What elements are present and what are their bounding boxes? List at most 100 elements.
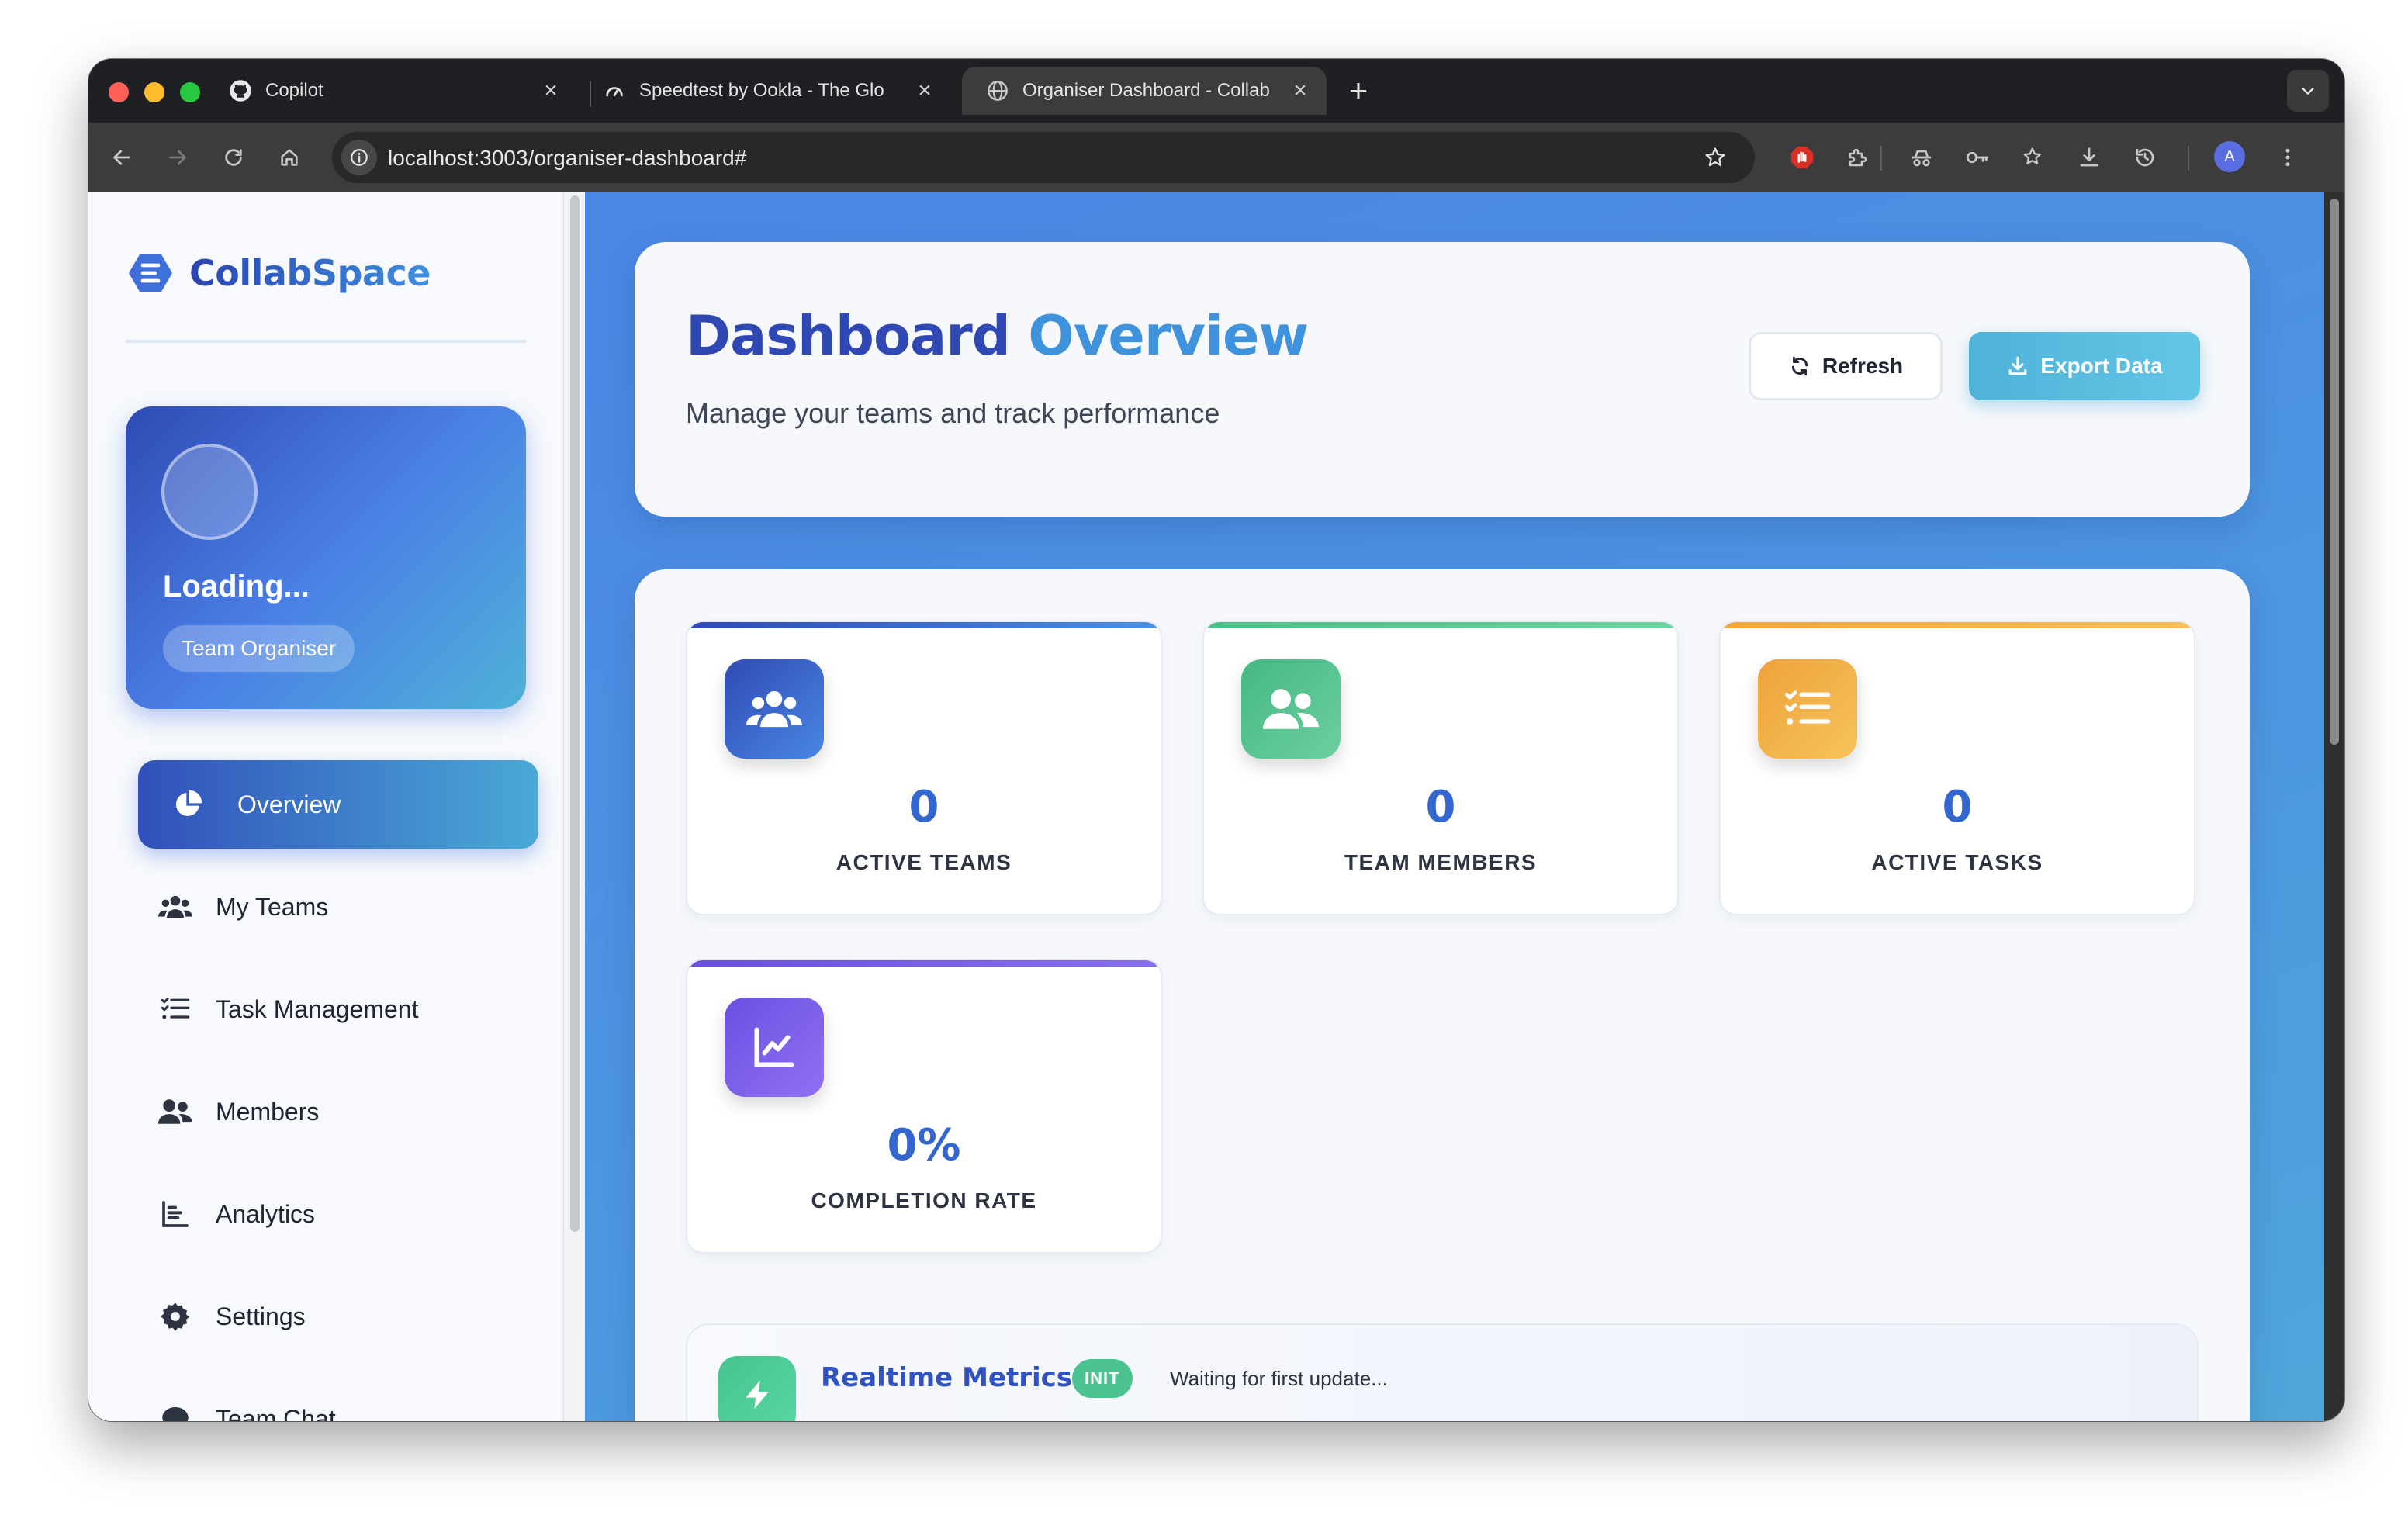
tab-speedtest[interactable]: Speedtest by Ookla - The Glo × (579, 67, 951, 115)
realtime-title: Realtime Metrics (821, 1362, 1073, 1393)
refresh-icon (1788, 355, 1811, 378)
toolbar-separator (2188, 146, 2189, 171)
minimize-window-button[interactable] (144, 82, 164, 102)
reload-button[interactable] (216, 140, 251, 175)
page-viewport: CollabSpace Loading... Team Organiser Ov… (88, 192, 2344, 1421)
sidebar-item-label: Members (216, 1097, 320, 1126)
brand-name: CollabSpace (189, 252, 431, 294)
close-tab-icon[interactable]: × (1285, 78, 1316, 104)
sidebar-item-label: My Teams (216, 892, 329, 921)
stat-accent-bar (1204, 622, 1677, 628)
stat-label: COMPLETION RATE (811, 1188, 1037, 1212)
status-badge: INIT (1072, 1359, 1133, 1398)
stat-card-active-tasks[interactable]: 0 ACTIVE TASKS (1719, 621, 2195, 915)
users-icon (157, 888, 194, 925)
home-icon (281, 149, 298, 166)
kebab-menu-icon (2285, 148, 2290, 167)
incognito-button[interactable] (1904, 140, 1939, 175)
speedtest-icon (602, 78, 627, 103)
stop-hand-icon (1790, 146, 1814, 169)
star-list-icon (2023, 147, 2041, 164)
browser-toolbar: localhost:3003/organiser-dashboard# A (88, 123, 2344, 192)
forward-button[interactable] (160, 140, 195, 175)
tab-copilot[interactable]: Copilot × (205, 67, 577, 115)
task-list-icon (157, 991, 194, 1028)
sidebar-item-label: Team Chat (216, 1404, 336, 1422)
tab-title: Copilot (265, 80, 323, 101)
tab-organiser-dashboard[interactable]: Organiser Dashboard - Collab × (962, 67, 1327, 115)
stat-accent-bar (687, 622, 1161, 628)
sidebar-item-task-management[interactable]: Task Management (138, 965, 538, 1053)
stat-value: 0% (887, 1120, 961, 1171)
tab-search-button[interactable] (2287, 70, 2329, 112)
main-content: Dashboard Overview Manage your teams and… (585, 192, 2344, 1421)
export-data-button[interactable]: Export Data (1969, 332, 2200, 400)
stat-accent-bar (1721, 622, 2194, 628)
stat-card-completion-rate[interactable]: 0% COMPLETION RATE (686, 959, 1162, 1254)
site-info-icon[interactable] (341, 140, 377, 175)
avatar (161, 444, 258, 540)
sidebar-item-settings[interactable]: Settings (138, 1272, 538, 1361)
browser-menu-button[interactable] (2270, 140, 2306, 175)
sidebar-item-analytics[interactable]: Analytics (138, 1170, 538, 1258)
main-scrollbar-thumb[interactable] (2330, 199, 2339, 745)
history-button[interactable] (2127, 140, 2163, 175)
stat-label: ACTIVE TASKS (1871, 850, 2043, 874)
tab-title: Speedtest by Ookla - The Glo (639, 80, 884, 101)
address-bar[interactable]: localhost:3003/organiser-dashboard# (332, 132, 1755, 183)
profile-card: Loading... Team Organiser (126, 406, 526, 709)
downloads-button[interactable] (2071, 140, 2107, 175)
bookmark-star-icon[interactable] (1699, 141, 1732, 174)
back-button[interactable] (104, 140, 140, 175)
chat-icon (157, 1400, 194, 1421)
arrow-right-icon (169, 150, 186, 165)
profile-avatar[interactable]: A (2214, 141, 2245, 172)
reload-icon (225, 149, 242, 166)
brand[interactable]: CollabSpace (129, 248, 431, 298)
sidebar: CollabSpace Loading... Team Organiser Ov… (88, 192, 563, 1421)
close-window-button[interactable] (109, 82, 129, 102)
users-icon (725, 659, 824, 759)
key-icon (1966, 151, 1989, 164)
maximize-window-button[interactable] (180, 82, 200, 102)
home-button[interactable] (272, 140, 307, 175)
main-scrollbar[interactable] (2324, 192, 2344, 1421)
passwords-button[interactable] (1960, 140, 1995, 175)
close-tab-icon[interactable]: × (535, 78, 566, 104)
line-chart-icon (725, 998, 824, 1097)
close-tab-icon[interactable]: × (909, 78, 940, 104)
refresh-button[interactable]: Refresh (1749, 332, 1943, 400)
download-icon (2006, 355, 2029, 378)
sidebar-item-team-chat[interactable]: Team Chat (138, 1375, 538, 1421)
extensions-button[interactable] (1840, 140, 1876, 175)
divider (126, 340, 526, 343)
bookmarks-button[interactable] (2015, 140, 2051, 175)
stat-value: 0 (908, 782, 939, 832)
extension-adblock-button[interactable] (1784, 140, 1820, 175)
puzzle-icon (1849, 148, 1867, 167)
page-title-part1: Dashboard (686, 304, 1011, 368)
user-group-icon (157, 1093, 194, 1130)
stat-label: TEAM MEMBERS (1344, 850, 1538, 874)
logo-icon (129, 254, 172, 292)
page-subtitle: Manage your teams and track performance (686, 397, 1220, 429)
stat-card-team-members[interactable]: 0 TEAM MEMBERS (1202, 621, 1679, 915)
spy-icon (1912, 150, 1931, 167)
browser-window: Copilot × Speedtest by Ookla - The Glo ×… (88, 59, 2344, 1421)
sidebar-item-overview[interactable]: Overview (138, 760, 538, 849)
sidebar-scrollbar-thumb[interactable] (570, 195, 580, 1232)
sidebar-scrollbar[interactable] (563, 192, 586, 1421)
stat-value: 0 (1425, 782, 1456, 832)
role-badge: Team Organiser (163, 625, 355, 672)
sidebar-item-my-teams[interactable]: My Teams (138, 863, 538, 951)
stat-value: 0 (1942, 782, 1973, 832)
realtime-status-text: Waiting for first update... (1170, 1367, 1388, 1390)
stat-card-active-teams[interactable]: 0 ACTIVE TEAMS (686, 621, 1162, 915)
stat-accent-bar (687, 960, 1161, 967)
arrow-left-icon (113, 150, 130, 165)
sidebar-item-members[interactable]: Members (138, 1067, 538, 1156)
globe-icon (985, 78, 1010, 103)
sidebar-item-label: Analytics (216, 1199, 316, 1228)
realtime-metrics-panel: Realtime Metrics INIT Waiting for first … (686, 1323, 2199, 1421)
new-tab-button[interactable]: + (1337, 70, 1379, 112)
